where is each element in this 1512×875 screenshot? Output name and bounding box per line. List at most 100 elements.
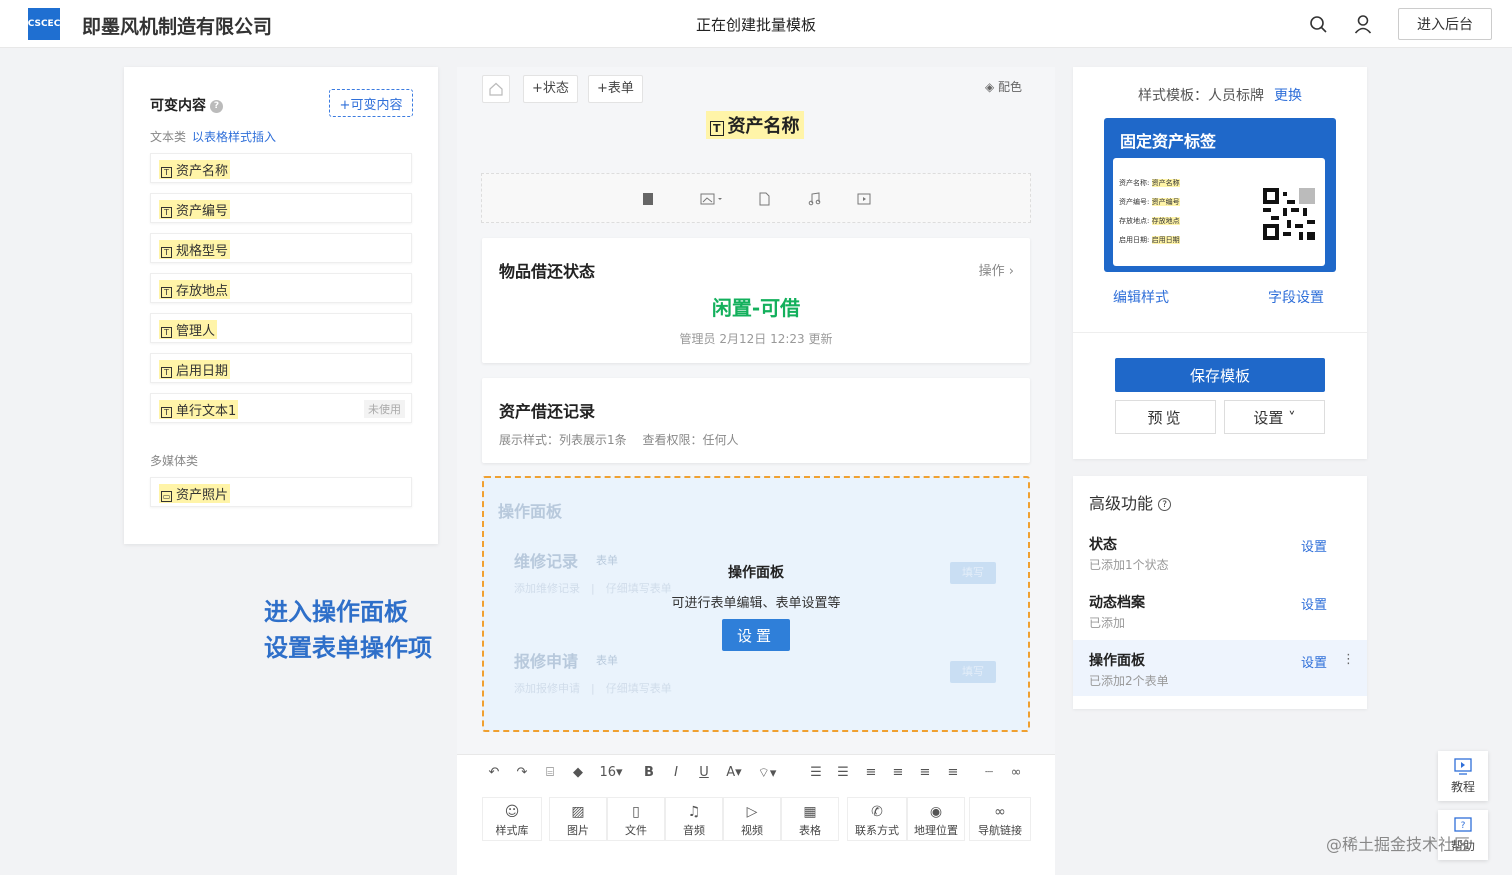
text-field-icon: T	[710, 121, 724, 136]
operation-panel-settings-button[interactable]: 设置	[722, 619, 790, 651]
status-settings-link[interactable]: 设置	[1301, 536, 1327, 555]
bookmark-icon[interactable]	[640, 191, 656, 207]
change-template-link[interactable]: 更换	[1274, 88, 1302, 104]
font-color-icon[interactable]: A▾	[723, 765, 745, 780]
status-value: 闲置-可借	[711, 296, 801, 320]
text-field-icon: T	[161, 287, 172, 298]
insert-audio-button[interactable]: ♫ 音频	[665, 797, 723, 841]
paint-icon: ◈	[985, 80, 999, 94]
tag-line: 存放地点: 存放地点	[1119, 217, 1180, 225]
tutorial-button[interactable]: 教程	[1438, 751, 1488, 801]
enter-backend-button[interactable]: 进入后台	[1398, 8, 1492, 40]
preview-button[interactable]: 预览	[1115, 400, 1216, 434]
edit-style-link[interactable]: 编辑样式	[1113, 287, 1169, 307]
justify-icon[interactable]: ≡	[944, 765, 962, 780]
file-icon[interactable]	[756, 191, 772, 207]
variable-content-panel: 可变内容? +可变内容 文本类 以表格样式插入 T 资产名称 T 资产编号 T 规格型号…	[124, 67, 438, 544]
image-icon: ▭	[161, 491, 172, 502]
media-insert-bar	[481, 173, 1031, 223]
borrow-status-card[interactable]: 物品借还状态 操作 › 闲置-可借 管理员 2月12日 12:23 更新	[482, 238, 1030, 363]
qr-code-icon	[1263, 188, 1315, 240]
insert-as-table-link[interactable]: 以表格样式插入	[192, 130, 276, 144]
variable-item[interactable]: T 资产编号	[150, 193, 412, 223]
variable-item[interactable]: T 管理人	[150, 313, 412, 343]
advanced-row-archive: 动态档案 已添加 设置	[1089, 594, 1327, 630]
variable-item[interactable]: T 规格型号	[150, 233, 412, 263]
archive-settings-link[interactable]: 设置	[1301, 594, 1327, 613]
add-variable-button[interactable]: +可变内容	[329, 89, 413, 117]
font-size-select[interactable]: 16▾	[597, 765, 625, 780]
text-section-label: 文本类 以表格样式插入	[150, 130, 277, 144]
panel-title: 可变内容	[150, 98, 206, 114]
help-icon[interactable]: ?	[1158, 498, 1172, 511]
style-template-panel: 样式模板：人员标牌 更换 固定资产标签 资产名称: 资产名称 资产编号: 资产编号…	[1073, 67, 1367, 459]
style-library-button[interactable]: ☺ 样式库	[482, 797, 542, 841]
variable-item-photo[interactable]: ▭ 资产照片	[150, 477, 412, 507]
table-icon: ▦	[803, 804, 817, 820]
insert-nav-link-button[interactable]: ∞ 导航链接	[969, 797, 1031, 841]
rich-text-editor: ↶ ↷ ⌸ ◆ 16▾ B I U A▾ ⌔▾ ☰ ☰ ≡ ≡ ≡ ≡ ┈ ∞ …	[457, 754, 1055, 875]
add-form-button[interactable]: +表单	[588, 75, 643, 103]
field-settings-link[interactable]: 字段设置	[1268, 287, 1324, 307]
style-template-label: 样式模板：人员标牌	[1138, 88, 1264, 104]
format-painter-icon[interactable]: ⌸	[541, 765, 559, 780]
palette-icon: ☺	[504, 804, 520, 820]
insert-image-button[interactable]: ▨ 图片	[549, 797, 607, 841]
link-icon[interactable]: ∞	[1007, 765, 1025, 780]
operation-panel-settings-link[interactable]: 设置	[1301, 652, 1327, 671]
eraser-icon[interactable]: ◆	[569, 765, 587, 780]
image-icon[interactable]	[700, 191, 726, 207]
variable-item[interactable]: T 资产名称	[150, 153, 412, 183]
advanced-row-operation-panel: 操作面板 已添加2个表单 设置 ⋮	[1073, 640, 1367, 696]
media-section-label: 多媒体类	[150, 454, 199, 468]
user-icon[interactable]	[1352, 13, 1374, 35]
color-scheme-button[interactable]: ◈ 配色	[985, 78, 1022, 95]
redo-icon[interactable]: ↷	[513, 765, 531, 780]
home-button[interactable]	[482, 75, 510, 103]
insert-video-button[interactable]: ▷ 视频	[723, 797, 781, 841]
asset-name-field[interactable]: T 资产名称	[706, 111, 804, 139]
settings-dropdown-button[interactable]: 设置 ˅	[1224, 400, 1325, 434]
variable-item[interactable]: T 启用日期	[150, 353, 412, 383]
ordered-list-icon[interactable]: ☰	[807, 765, 825, 780]
variable-item[interactable]: T 存放地点	[150, 273, 412, 303]
top-header: CSCEC 即墨风机制造有限公司 正在创建批量模板 进入后台	[0, 0, 1512, 48]
svg-text:?: ?	[1461, 821, 1466, 831]
asset-tag-preview[interactable]: 固定资产标签 资产名称: 资产名称 资产编号: 资产编号 存放地点: 存放地点 …	[1104, 118, 1336, 272]
tag-line: 启用日期: 启用日期	[1119, 236, 1180, 244]
underline-icon[interactable]: U	[695, 765, 713, 780]
home-icon	[489, 82, 503, 96]
promo-annotation: 进入操作面板 设置表单操作项	[264, 598, 432, 662]
align-left-icon[interactable]: ≡	[862, 765, 880, 780]
operation-panel-title: 操作面板	[728, 565, 784, 581]
highlight-icon[interactable]: ⌔▾	[755, 765, 779, 781]
text-field-icon: T	[161, 367, 172, 378]
tag-line: 资产名称: 资产名称	[1119, 179, 1180, 187]
insert-location-button[interactable]: ◉ 地理位置	[907, 797, 965, 841]
video-icon: ▷	[746, 804, 758, 820]
insert-contact-button[interactable]: ✆ 联系方式	[847, 797, 907, 841]
watermark: @稀土掘金技术社区	[1326, 835, 1471, 854]
unordered-list-icon[interactable]: ☰	[834, 765, 852, 780]
insert-table-button[interactable]: ▦ 表格	[781, 797, 839, 841]
search-icon[interactable]	[1307, 13, 1329, 35]
align-right-icon[interactable]: ≡	[916, 765, 934, 780]
add-status-button[interactable]: +状态	[523, 75, 578, 103]
undo-icon[interactable]: ↶	[485, 765, 503, 780]
help-icon[interactable]: ?	[210, 99, 223, 113]
align-center-icon[interactable]: ≡	[889, 765, 907, 780]
link-icon: ∞	[994, 804, 1006, 820]
borrow-record-card[interactable]: 资产借还记录 展示样式：列表展示1条 查看权限：任何人	[482, 378, 1030, 463]
save-template-button[interactable]: 保存模板	[1115, 358, 1325, 392]
operation-panel[interactable]: 操作面板 维修记录 表单 添加维修记录 | 仔细填写表单 填写 报修申请 表单 …	[482, 476, 1030, 732]
insert-file-button[interactable]: ▯ 文件	[607, 797, 665, 841]
more-icon[interactable]: ⋮	[1342, 652, 1355, 667]
music-icon[interactable]	[806, 191, 822, 207]
text-field-icon: T	[161, 167, 172, 178]
operation-link[interactable]: 操作 ›	[979, 260, 1014, 279]
video-icon[interactable]	[856, 191, 872, 207]
divider-icon[interactable]: ┈	[980, 765, 998, 780]
italic-icon[interactable]: I	[667, 765, 685, 780]
variable-item[interactable]: T 单行文本1 未使用	[150, 393, 412, 423]
bold-icon[interactable]: B	[640, 765, 658, 780]
